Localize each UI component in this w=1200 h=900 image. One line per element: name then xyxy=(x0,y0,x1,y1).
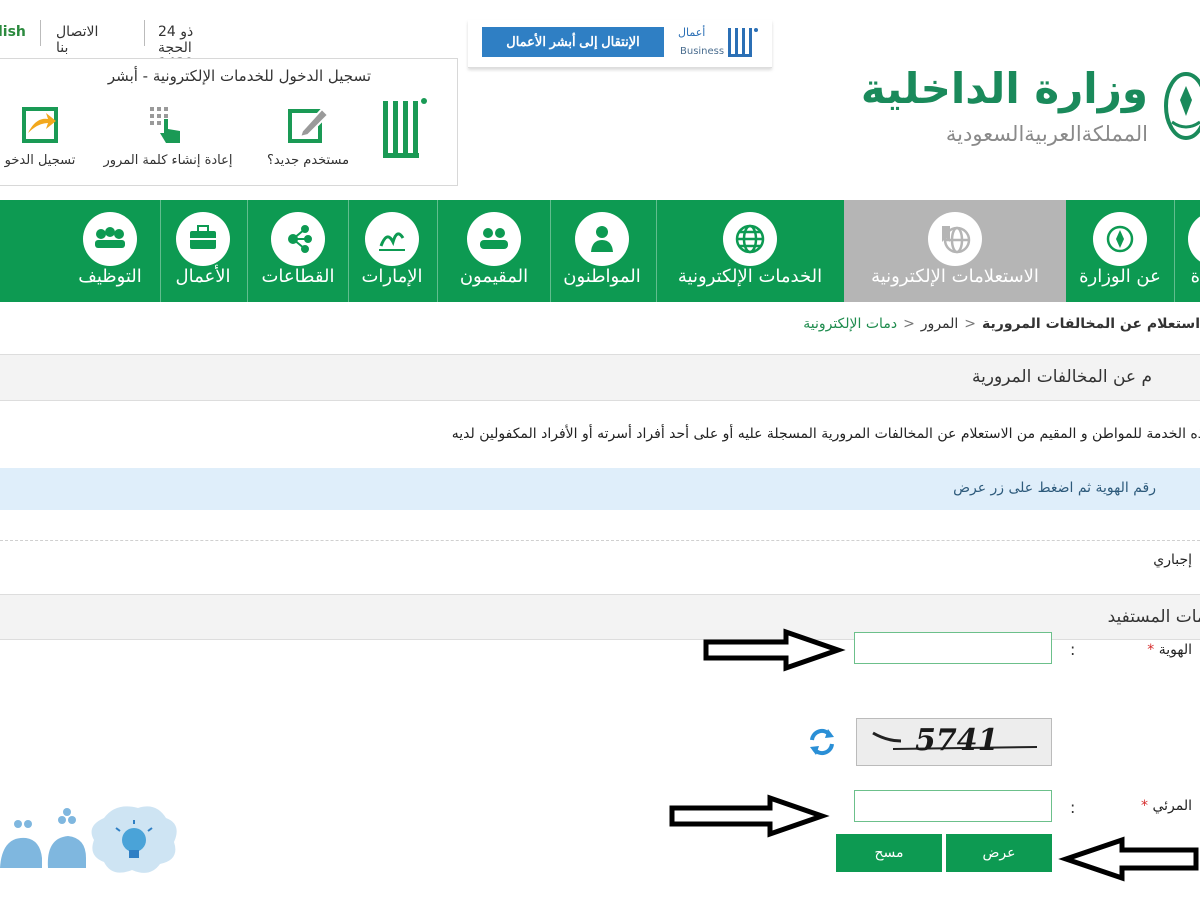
id-number-input[interactable] xyxy=(854,632,1052,664)
nav-divider xyxy=(348,200,349,302)
nav-label: عن الوزارة xyxy=(1079,266,1161,287)
beneficiary-title: مات المستفيد xyxy=(1107,607,1200,627)
refresh-icon[interactable] xyxy=(806,726,838,758)
nav-item-home[interactable]: ة xyxy=(1178,200,1200,302)
breadcrumb-link-traffic[interactable]: المرور xyxy=(921,316,959,332)
ministry-emblem-icon xyxy=(1164,72,1200,140)
absher-logo-icon xyxy=(728,28,758,57)
page-title: م عن المخالفات المرورية xyxy=(971,367,1152,387)
breadcrumb: استعلام عن المخالفات المرورية < المرور < دما… xyxy=(803,316,1200,332)
group-icon xyxy=(467,212,521,266)
nav-divider xyxy=(247,200,248,302)
id-label-text: الهوية xyxy=(1158,642,1192,658)
emblem-icon xyxy=(1093,212,1147,266)
login-arrow-icon xyxy=(22,107,58,143)
breadcrumb-link-eservices[interactable]: دمات الإلكترونية xyxy=(803,316,897,332)
main-nav: التوظيف الأعمال القطاعات الإمارات المقيم… xyxy=(0,200,1200,302)
captcha-text: 5741 xyxy=(915,723,999,758)
absher-logo-icon[interactable] xyxy=(379,95,429,163)
page-title-bar: م عن المخالفات المرورية xyxy=(0,354,1200,401)
nav-divider xyxy=(1174,200,1175,302)
emblem-icon xyxy=(1188,212,1200,266)
ministry-logo[interactable]: وزارة الداخلية المملكةالعربيةالسعودية xyxy=(861,58,1200,158)
person-icon xyxy=(575,212,629,266)
reset-password-label: إعادة إنشاء كلمة المرور xyxy=(103,153,233,168)
globe-icon xyxy=(723,212,777,266)
id-label: * الهوية xyxy=(1147,642,1192,658)
nav-item-business[interactable]: الأعمال xyxy=(164,200,242,302)
captcha-input[interactable] xyxy=(854,790,1052,822)
new-user-item[interactable]: مستخدم جديد؟ xyxy=(253,103,363,168)
language-link[interactable]: lish xyxy=(0,24,26,40)
calligraphy-icon xyxy=(365,212,419,266)
nav-item-eservices[interactable]: الخدمات الإلكترونية xyxy=(662,200,838,302)
nav-label: القطاعات xyxy=(261,266,335,287)
breadcrumb-current: استعلام عن المخالفات المرورية xyxy=(982,316,1200,332)
people-icon xyxy=(83,212,137,266)
info-bar: رقم الهوية ثم اضغط على زر عرض xyxy=(0,468,1200,510)
annotation-arrow-icon xyxy=(669,794,830,838)
absher-login-label: تسجيل الدخو xyxy=(4,153,76,168)
nav-divider xyxy=(437,200,438,302)
network-icon xyxy=(271,212,325,266)
briefcase-icon xyxy=(176,212,230,266)
absher-business-box: الإنتقال إلى أبشر الأعمال أعمال Business xyxy=(468,20,772,68)
colon: : xyxy=(1070,798,1076,817)
nav-divider xyxy=(656,200,657,302)
nav-label: المواطنون xyxy=(563,266,641,287)
keypad-hand-icon xyxy=(150,107,180,143)
new-user-label: مستخدم جديد؟ xyxy=(266,153,350,168)
inquiry-globe-icon xyxy=(928,212,982,266)
colon: : xyxy=(1070,640,1076,659)
dashed-divider xyxy=(0,540,1200,541)
nav-item-residents[interactable]: المقيمون xyxy=(442,200,546,302)
reset-password-item[interactable]: إعادة إنشاء كلمة المرور xyxy=(93,103,243,168)
nav-label: ة xyxy=(1190,266,1200,287)
nav-item-einquiries[interactable]: الاستعلامات الإلكترونية xyxy=(844,200,1066,302)
nav-item-emirates[interactable]: الإمارات xyxy=(352,200,432,302)
chevron-left-icon: < xyxy=(903,316,915,332)
nav-label: التوظيف xyxy=(78,266,142,287)
absher-business-button[interactable]: الإنتقال إلى أبشر الأعمال xyxy=(482,27,664,57)
clear-button[interactable]: مسح xyxy=(836,834,942,872)
nav-item-about[interactable]: عن الوزارة xyxy=(1070,200,1170,302)
required-star: * xyxy=(1141,798,1148,814)
service-description: ذه الخدمة للمواطن و المقيم من الاستعلام … xyxy=(451,426,1200,442)
ministry-name: وزارة الداخلية xyxy=(860,64,1148,113)
info-text: رقم الهوية ثم اضغط على زر عرض xyxy=(953,480,1156,496)
business-logo-word: أعمال xyxy=(678,26,706,39)
show-button[interactable]: عرض xyxy=(946,834,1052,872)
nav-divider xyxy=(160,200,161,302)
mandatory-note: إجباري xyxy=(1153,552,1192,568)
required-star: * xyxy=(1147,642,1155,658)
nav-label: الاستعلامات الإلكترونية xyxy=(871,266,1039,287)
annotation-arrow-icon xyxy=(703,628,846,672)
contact-link[interactable]: الاتصال بنا xyxy=(56,24,98,56)
nav-label: الخدمات الإلكترونية xyxy=(677,266,823,287)
edit-pencil-icon xyxy=(288,107,330,143)
nav-item-citizens[interactable]: المواطنون xyxy=(554,200,650,302)
nav-divider xyxy=(550,200,551,302)
chevron-left-icon: < xyxy=(964,316,977,332)
nav-item-jobs[interactable]: التوظيف xyxy=(64,200,156,302)
captcha-label: * المرئي xyxy=(1141,798,1192,814)
nav-label: الأعمال xyxy=(175,266,231,287)
nav-item-sectors[interactable]: القطاعات xyxy=(252,200,344,302)
annotation-arrow-icon xyxy=(1058,836,1199,882)
business-logo-en: Business xyxy=(680,46,725,57)
absher-login-box: تسجيل الدخول للخدمات الإلكترونية - أبشر … xyxy=(0,58,458,186)
ministry-subtitle: المملكةالعربيةالسعودية xyxy=(945,122,1148,146)
absher-login-item[interactable]: تسجيل الدخو xyxy=(0,103,85,168)
captcha-label-text: المرئي xyxy=(1152,798,1192,814)
absher-login-title: تسجيل الدخول للخدمات الإلكترونية - أبشر xyxy=(107,67,371,85)
divider xyxy=(40,20,41,46)
absher-business-logo[interactable]: أعمال Business xyxy=(674,22,764,64)
watermark-logo-icon xyxy=(0,806,177,873)
nav-label: المقيمون xyxy=(459,266,529,287)
nav-label: الإمارات xyxy=(361,266,423,287)
divider xyxy=(144,20,145,46)
captcha-image: 5741 xyxy=(856,718,1052,766)
